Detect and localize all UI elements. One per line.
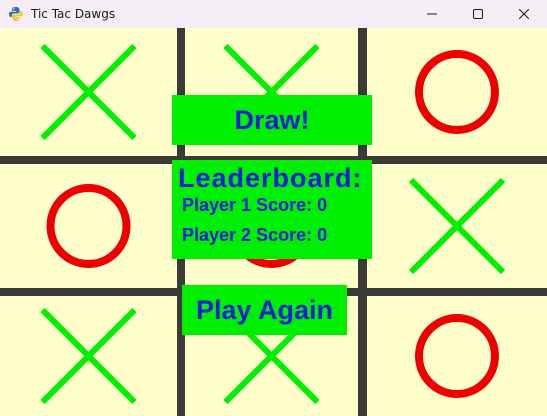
board-cell-r2-c1[interactable] [0,164,177,288]
x-mark-icon [408,177,506,275]
play-again-button[interactable]: Play Again [182,285,347,335]
board-cell-r3-c3[interactable] [367,296,547,416]
window-title: Tic Tac Dawgs [31,7,116,21]
player2-score: Player 2 Score: 0 [182,225,328,245]
python-logo-icon [8,6,24,22]
maximize-button[interactable] [455,0,501,28]
title-bar[interactable]: Tic Tac Dawgs [0,0,547,28]
maximize-icon [473,9,483,19]
player1-score: Player 1 Score: 0 [182,195,328,215]
close-icon [519,9,529,19]
game-window: Tic Tac Dawgs Draw! Leaderboard: Player … [0,0,547,416]
board-cell-r1-c1[interactable] [0,28,177,156]
leaderboard-panel: Leaderboard: Player 1 Score: 0 Player 2 … [172,160,372,259]
x-mark-icon [40,307,137,405]
board-cell-r2-c3[interactable] [367,164,547,288]
o-mark-icon [46,184,131,268]
x-mark-icon [40,43,137,141]
minimize-icon [427,13,437,15]
window-controls [409,0,547,28]
leaderboard-title: Leaderboard: [178,163,363,193]
board-cell-r3-c1[interactable] [0,296,177,416]
o-mark-icon [415,314,499,398]
board-cell-r1-c3[interactable] [367,28,547,156]
result-message: Draw! [172,95,372,145]
o-mark-icon [415,50,499,134]
minimize-button[interactable] [409,0,455,28]
close-button[interactable] [501,0,547,28]
